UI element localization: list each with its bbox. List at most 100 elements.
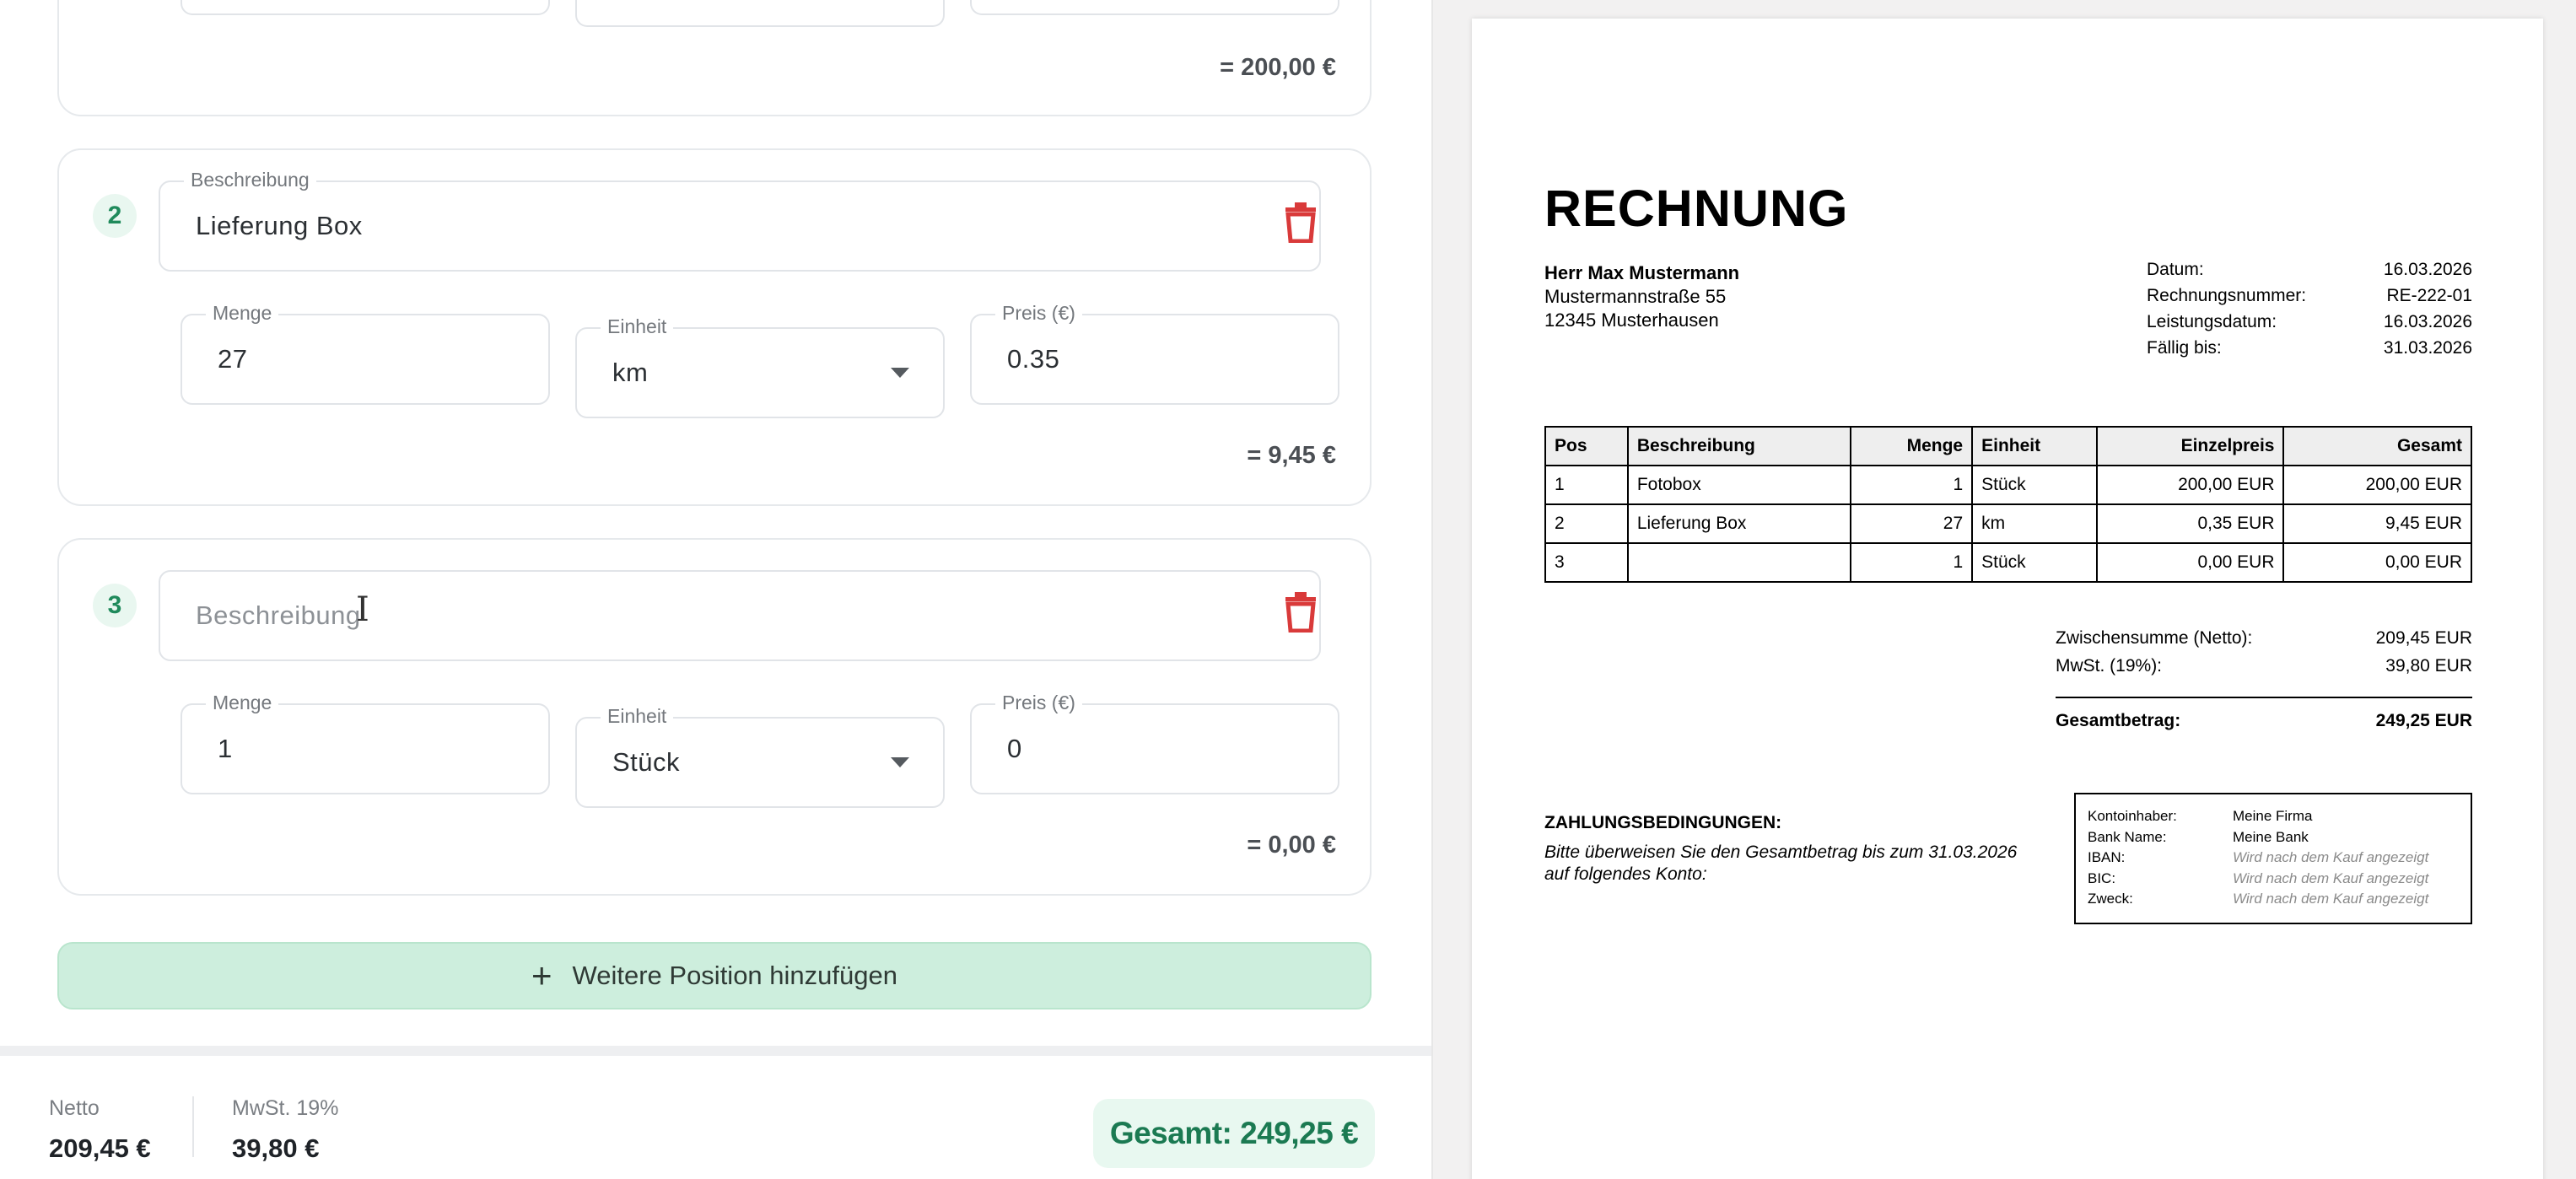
recipient-address: Herr Max Mustermann Mustermannstraße 55 … [1544, 261, 1739, 332]
meta-label: Datum: [2147, 260, 2204, 279]
meta-value: RE-222-01 [2386, 286, 2472, 305]
table-cell: Stück [1971, 542, 2098, 583]
column-header: Menge [1850, 426, 1974, 466]
line-total: = 9,45 € [1247, 442, 1336, 469]
table-row: 2 Lieferung Box 27 km 0,35 EUR 9,45 EUR [1544, 503, 2472, 544]
payment-terms-text: Bitte überweisen Sie den Gesamtbetrag bi… [1544, 842, 2051, 886]
invoice-meta: Datum: 16.03.2026 Rechnungsnummer: RE-222-… [2147, 256, 2472, 361]
grand-total-label: Gesamtbetrag: [2056, 710, 2181, 730]
mwst-label: MwSt. 19% [232, 1096, 339, 1120]
trash-icon[interactable] [1284, 592, 1318, 633]
table-cell: 2 [1544, 503, 1629, 544]
table-cell: 0,35 EUR [2095, 503, 2285, 544]
line-total: = 200,00 € [1220, 54, 1336, 81]
invoice-editor-panel: = 200,00 € 2 Beschreibung Lieferung Box … [0, 0, 1431, 1179]
price-label: Preis (€) [995, 302, 1082, 325]
table-cell [1626, 542, 1852, 583]
table-cell: 3 [1544, 542, 1629, 583]
invoice-summary: Zwischensumme (Netto): 209,45 EUR MwSt. (… [2056, 624, 2472, 735]
invoice-title: RECHNUNG [1544, 180, 1849, 237]
table-cell: Lieferung Box [1626, 503, 1852, 544]
table-header-row: Pos Beschreibung Menge Einheit Einzelpre… [1544, 426, 2472, 466]
unit-value: Stück [612, 747, 681, 777]
bank-row: Bank Name: Meine Bank [2088, 827, 2459, 848]
description-field[interactable]: Beschreibung Lieferung Box [159, 169, 1321, 272]
table-cell: 1 [1544, 465, 1629, 505]
column-header: Einzelpreis [2095, 426, 2285, 466]
add-position-label: Weitere Position hinzufügen [572, 961, 897, 990]
price-field[interactable] [970, 0, 1339, 15]
position-number-badge: 2 [93, 194, 137, 238]
unit-value: km [612, 358, 649, 387]
description-label: Beschreibung [184, 169, 316, 191]
table-cell: 0,00 EUR [2095, 542, 2285, 583]
unit-select[interactable]: Einheit Stück [575, 705, 945, 808]
table-cell: 9,45 EUR [2282, 503, 2472, 544]
meta-row: Fällig bis: 31.03.2026 [2147, 335, 2472, 361]
bank-value: Meine Firma [2233, 808, 2313, 824]
bank-label: BIC: [2088, 869, 2116, 886]
invoice-preview-panel: RECHNUNG Herr Max Mustermann Mustermanns… [1431, 0, 2576, 1179]
description-field[interactable]: Beschreibung I [159, 570, 1321, 661]
bank-label: Zweck: [2088, 891, 2133, 907]
meta-label: Fällig bis: [2147, 338, 2222, 358]
bank-value: Wird nach dem Kauf angezeigt [2233, 849, 2429, 865]
table-cell: 0,00 EUR [2282, 542, 2472, 583]
chevron-down-icon [891, 757, 909, 767]
column-header: Beschreibung [1626, 426, 1852, 466]
bank-row: Zweck: Wird nach dem Kauf angezeigt [2088, 889, 2459, 910]
add-position-button[interactable]: + Weitere Position hinzufügen [57, 942, 1372, 1009]
text-cursor-icon: I [356, 590, 369, 629]
recipient-name: Herr Max Mustermann [1544, 262, 1740, 283]
tax-value: 39,80 EUR [2385, 655, 2472, 676]
meta-value: 16.03.2026 [2383, 260, 2472, 279]
table-cell: 200,00 EUR [2282, 465, 2472, 505]
unit-label: Einheit [601, 315, 674, 338]
meta-value: 16.03.2026 [2383, 312, 2472, 331]
table-row: 1 Fotobox 1 Stück 200,00 EUR 200,00 EUR [1544, 465, 2472, 505]
bank-value: Meine Bank [2233, 828, 2309, 845]
position-number-badge: 3 [93, 584, 137, 627]
line-total: = 0,00 € [1247, 832, 1336, 859]
meta-row: Datum: 16.03.2026 [2147, 256, 2472, 283]
trash-icon[interactable] [1284, 202, 1318, 243]
quantity-field[interactable]: Menge 27 [181, 302, 550, 405]
table-cell: Fotobox [1626, 465, 1852, 505]
meta-label: Leistungsdatum: [2147, 312, 2277, 331]
table-cell: km [1971, 503, 2098, 544]
table-cell: 27 [1850, 503, 1974, 544]
payment-terms-heading: ZAHLUNGSBEDINGUNGEN: [1544, 813, 1782, 832]
plus-icon: + [531, 956, 552, 995]
subtotal-label: Zwischensumme (Netto): [2056, 627, 2253, 648]
bank-row: BIC: Wird nach dem Kauf angezeigt [2088, 869, 2459, 890]
price-field[interactable]: Preis (€) 0.35 [970, 302, 1339, 405]
bank-label: IBAN: [2088, 849, 2126, 865]
tax-label: MwSt. (19%): [2056, 655, 2163, 676]
bank-label: Bank Name: [2088, 828, 2167, 845]
price-value: 0 [1007, 734, 1022, 763]
meta-label: Rechnungsnummer: [2147, 286, 2307, 305]
chevron-down-icon [891, 368, 909, 378]
totals-footer: Netto 209,45 € MwSt. 19% 39,80 € Gesamt:… [0, 1046, 1431, 1179]
mwst-value: 39,80 € [232, 1133, 320, 1163]
meta-row: Leistungsdatum: 16.03.2026 [2147, 309, 2472, 335]
quantity-value: 27 [218, 344, 248, 374]
payment-line-1: Bitte überweisen Sie den Gesamtbetrag bi… [1544, 843, 2018, 862]
grand-total-row: Gesamtbetrag: 249,25 EUR [2056, 707, 2472, 735]
unit-select[interactable] [575, 0, 945, 27]
quantity-field[interactable] [181, 0, 550, 15]
column-header: Einheit [1971, 426, 2098, 466]
quantity-field[interactable]: Menge 1 [181, 692, 550, 794]
meta-row: Rechnungsnummer: RE-222-01 [2147, 283, 2472, 309]
recipient-street: Mustermannstraße 55 [1544, 286, 1727, 307]
invoice-document: RECHNUNG Herr Max Mustermann Mustermanns… [1472, 19, 2543, 1179]
table-cell: 200,00 EUR [2095, 465, 2285, 505]
price-label: Preis (€) [995, 692, 1082, 714]
bank-label: Kontoinhaber: [2088, 808, 2177, 824]
price-value: 0.35 [1007, 344, 1060, 374]
bank-row: Kontoinhaber: Meine Firma [2088, 806, 2459, 827]
total-badge: Gesamt: 249,25 € [1093, 1099, 1375, 1168]
unit-select[interactable]: Einheit km [575, 315, 945, 418]
invoice-items-table: Pos Beschreibung Menge Einheit Einzelpre… [1544, 426, 2472, 583]
price-field[interactable]: Preis (€) 0 [970, 692, 1339, 794]
